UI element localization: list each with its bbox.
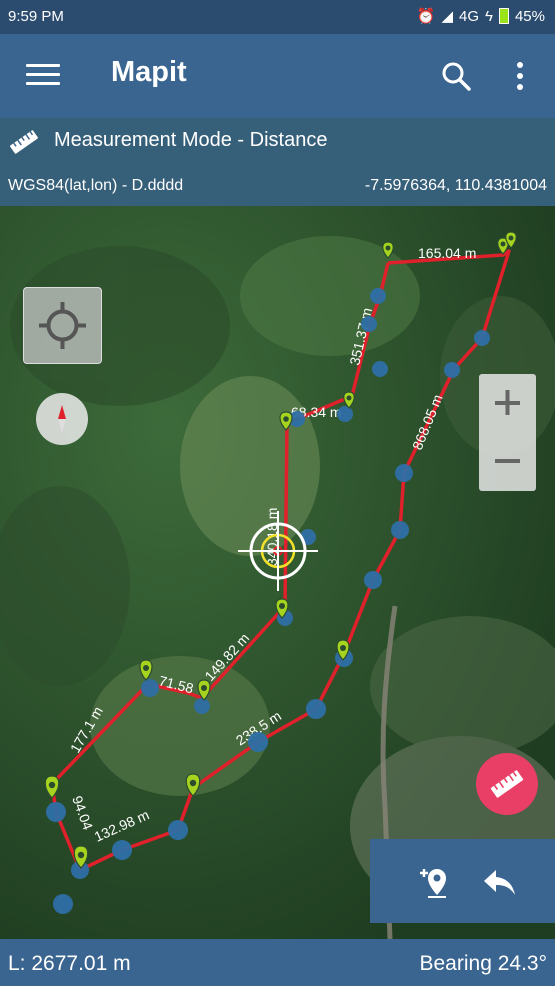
midpoint-node[interactable] <box>474 330 490 346</box>
ruler-icon <box>490 770 524 798</box>
midpoint-node[interactable] <box>46 802 66 822</box>
app-bar: Mapit <box>0 34 555 118</box>
total-length: L: 2677.01 m <box>8 952 131 975</box>
midpoint-node[interactable] <box>337 406 353 422</box>
midpoint-node[interactable] <box>248 732 268 752</box>
midpoint-node[interactable] <box>395 464 413 482</box>
network-label: 4G <box>459 7 480 25</box>
my-location-button[interactable] <box>23 287 102 364</box>
zoom-controls <box>479 374 536 491</box>
midpoint-node[interactable] <box>370 288 386 304</box>
midpoint-node[interactable] <box>141 679 159 697</box>
menu-icon[interactable] <box>26 64 60 90</box>
search-icon[interactable] <box>440 60 472 92</box>
segment-label-1: 165.04 m <box>418 245 476 261</box>
midpoint-node[interactable] <box>168 820 188 840</box>
ruler-icon <box>10 130 38 154</box>
measurement-actions-panel <box>370 839 555 923</box>
battery-icon <box>498 8 509 24</box>
midpoint-node[interactable] <box>112 840 132 860</box>
status-time: 9:59 PM <box>8 8 64 25</box>
bearing-value: Bearing 24.3° <box>419 952 548 975</box>
coordinate-bar: WGS84(lat,lon) - D.dddd -7.5976364, 110.… <box>0 164 555 206</box>
coordinate-format[interactable]: WGS84(lat,lon) - D.dddd <box>8 177 183 195</box>
alarm-icon: ⏰ <box>416 8 436 25</box>
midpoint-node[interactable] <box>444 362 460 378</box>
charging-icon: ϟ <box>485 7 493 25</box>
midpoint-node[interactable] <box>306 699 326 719</box>
compass-icon <box>58 405 66 433</box>
midpoint-node[interactable] <box>391 521 409 539</box>
midpoint-node[interactable] <box>361 316 377 332</box>
bottom-info-bar: L: 2677.01 m Bearing 24.3° <box>0 939 555 986</box>
more-vert-icon[interactable] <box>510 60 530 94</box>
measurement-mode-bar: Measurement Mode - Distance <box>0 118 555 164</box>
midpoint-node[interactable] <box>194 698 210 714</box>
status-right: ⏰ ◢ 4G ϟ 45% <box>416 7 545 26</box>
zoom-in-icon[interactable] <box>479 374 536 432</box>
zoom-out-icon[interactable] <box>479 433 536 491</box>
midpoint-node[interactable] <box>53 894 73 914</box>
measure-fab[interactable] <box>476 753 538 815</box>
status-bar: 9:59 PM ⏰ ◢ 4G ϟ 45% <box>0 0 555 34</box>
coordinate-value: -7.5976364, 110.4381004 <box>364 177 547 194</box>
signal-icon: ◢ <box>441 8 453 25</box>
locate-icon <box>39 302 86 349</box>
midpoint-node[interactable] <box>372 361 388 377</box>
measurement-mode-label: Measurement Mode - Distance <box>54 129 328 151</box>
app-title: Mapit <box>111 56 187 88</box>
midpoint-node[interactable] <box>364 571 382 589</box>
undo-icon[interactable] <box>482 867 518 897</box>
battery-label: 45% <box>514 7 545 25</box>
compass-button[interactable] <box>36 393 88 445</box>
add-marker-icon[interactable] <box>418 865 452 899</box>
